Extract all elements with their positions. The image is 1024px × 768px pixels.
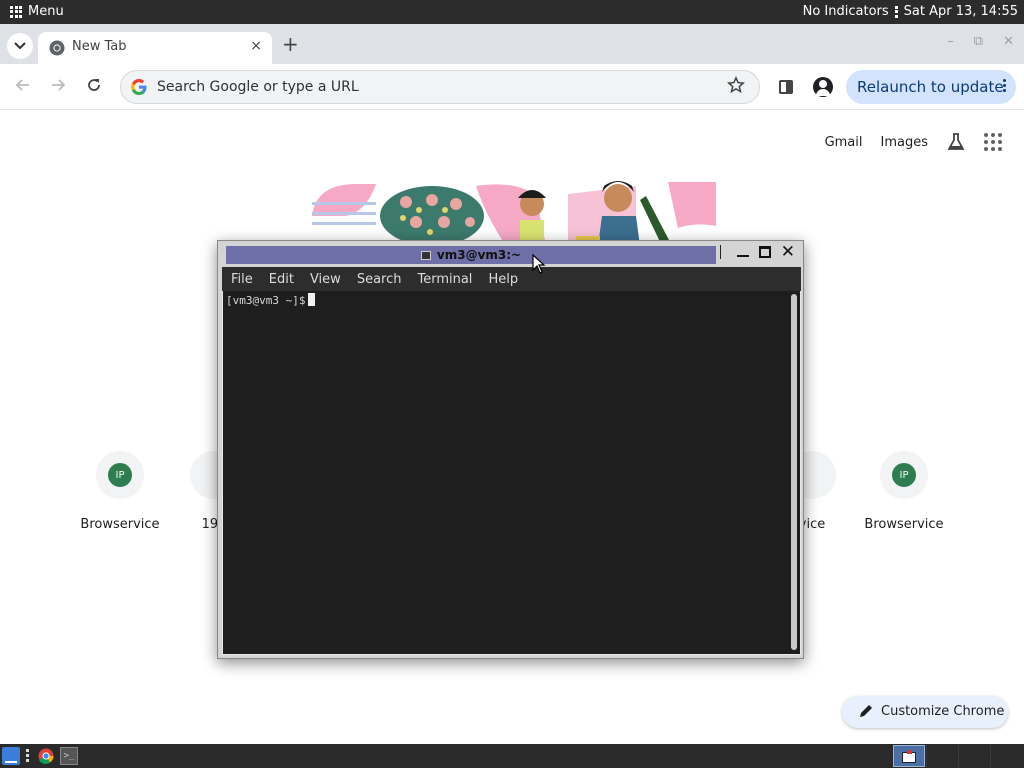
shortcut-label: Browservice	[864, 517, 944, 532]
tray-slot	[958, 745, 990, 767]
minimize-icon[interactable]	[736, 246, 749, 258]
taskbar-handle-icon[interactable]	[26, 749, 29, 762]
google-doodle[interactable]	[306, 176, 716, 246]
back-arrow-icon[interactable]	[14, 76, 32, 94]
google-apps-icon[interactable]	[984, 133, 1002, 151]
system-menu-label: Menu	[28, 4, 64, 19]
taskbar: >_	[0, 744, 1024, 768]
system-menu-button[interactable]: Menu	[10, 4, 64, 19]
restore-icon[interactable]: ⧉	[974, 34, 983, 49]
ntp-header-links: Gmail Images	[825, 132, 1002, 152]
taskbar-terminal-icon[interactable]: >_	[60, 747, 78, 765]
reload-icon[interactable]	[85, 76, 103, 94]
tray-slot	[990, 745, 1022, 767]
chrome-logo-icon	[49, 40, 65, 56]
gmail-link[interactable]: Gmail	[825, 135, 863, 150]
terminal-scrollbar[interactable]	[791, 294, 797, 650]
tab-close-icon[interactable]: ×	[250, 38, 262, 54]
apps-grid-icon	[10, 5, 22, 18]
profile-avatar-icon[interactable]	[813, 77, 833, 97]
menu-terminal[interactable]: Terminal	[417, 272, 472, 287]
menu-edit[interactable]: Edit	[269, 272, 294, 287]
shell-prompt: [vm3@vm3 ~]$	[226, 294, 306, 307]
minimize-icon[interactable]: –	[947, 34, 954, 49]
terminal-menubar: File Edit View Search Terminal Help	[222, 267, 801, 291]
show-desktop-icon[interactable]	[893, 745, 925, 767]
close-window-icon[interactable]: ✕	[1003, 34, 1014, 49]
tab-search-button[interactable]	[7, 33, 33, 59]
pencil-icon	[860, 705, 872, 717]
more-options-icon[interactable]	[1003, 79, 1006, 92]
terminal-output-area[interactable]: [vm3@vm3 ~]$	[222, 291, 801, 655]
bookmark-star-icon[interactable]	[727, 76, 745, 94]
ip-badge-icon: IP	[892, 463, 916, 487]
shortcut-icon-circle: IP	[96, 451, 144, 499]
tab-title: New Tab	[72, 39, 127, 54]
window-controls: – ⧉ ✕	[947, 34, 1014, 49]
relaunch-to-update-button[interactable]: Relaunch to update	[846, 70, 1016, 104]
shortcut-browservice-1[interactable]: IP Browservice	[70, 451, 170, 532]
menu-help[interactable]: Help	[488, 272, 518, 287]
shortcut-label: Browservice	[80, 517, 160, 532]
forward-arrow-icon[interactable]	[49, 76, 67, 94]
customize-chrome-button[interactable]: Customize Chrome	[842, 696, 1008, 728]
tray-slot	[926, 745, 958, 767]
shortcut-icon-circle: IP	[880, 451, 928, 499]
terminal-window-buttons: ✕	[719, 244, 795, 261]
indicators-label[interactable]: No Indicators	[803, 4, 889, 19]
clock[interactable]: Sat Apr 13, 14:55	[904, 4, 1018, 19]
menu-view[interactable]: View	[310, 272, 341, 287]
side-panel-icon[interactable]	[779, 80, 793, 94]
relaunch-label: Relaunch to update	[857, 78, 1004, 96]
menu-file[interactable]: File	[231, 272, 253, 287]
system-top-panel: Menu No Indicators Sat Apr 13, 14:55	[0, 0, 1024, 24]
terminal-small-icon	[420, 251, 431, 260]
taskbar-chrome-icon[interactable]	[38, 748, 54, 764]
omnibox-placeholder: Search Google or type a URL	[157, 79, 359, 95]
terminal-window[interactable]: vm3@vm3:~ ✕ File Edit View Search Termin…	[217, 240, 804, 659]
new-tab-button[interactable]: +	[282, 33, 299, 55]
start-menu-icon[interactable]	[2, 747, 20, 765]
google-g-icon	[131, 79, 147, 95]
indicators-menu-icon[interactable]	[894, 5, 898, 18]
text-cursor	[308, 293, 316, 306]
images-link[interactable]: Images	[881, 135, 929, 150]
customize-chrome-label: Customize Chrome	[881, 704, 1005, 719]
terminal-titlebar[interactable]: vm3@vm3:~	[226, 246, 716, 264]
titlebar-separator	[719, 245, 721, 259]
ip-badge-icon: IP	[108, 463, 132, 487]
tab-new-tab[interactable]: New Tab ×	[38, 32, 272, 64]
mouse-pointer-icon	[532, 254, 546, 274]
menu-search[interactable]: Search	[357, 272, 402, 287]
maximize-icon[interactable]	[758, 246, 771, 258]
terminal-title: vm3@vm3:~	[436, 248, 522, 262]
labs-flask-icon[interactable]	[946, 132, 966, 152]
omnibox[interactable]: Search Google or type a URL	[120, 70, 760, 104]
close-icon[interactable]: ✕	[781, 244, 795, 261]
shortcut-browservice-2[interactable]: IP Browservice	[854, 451, 954, 532]
terminal-prompt-line: [vm3@vm3 ~]$	[226, 293, 316, 307]
chevron-down-icon	[14, 42, 26, 50]
